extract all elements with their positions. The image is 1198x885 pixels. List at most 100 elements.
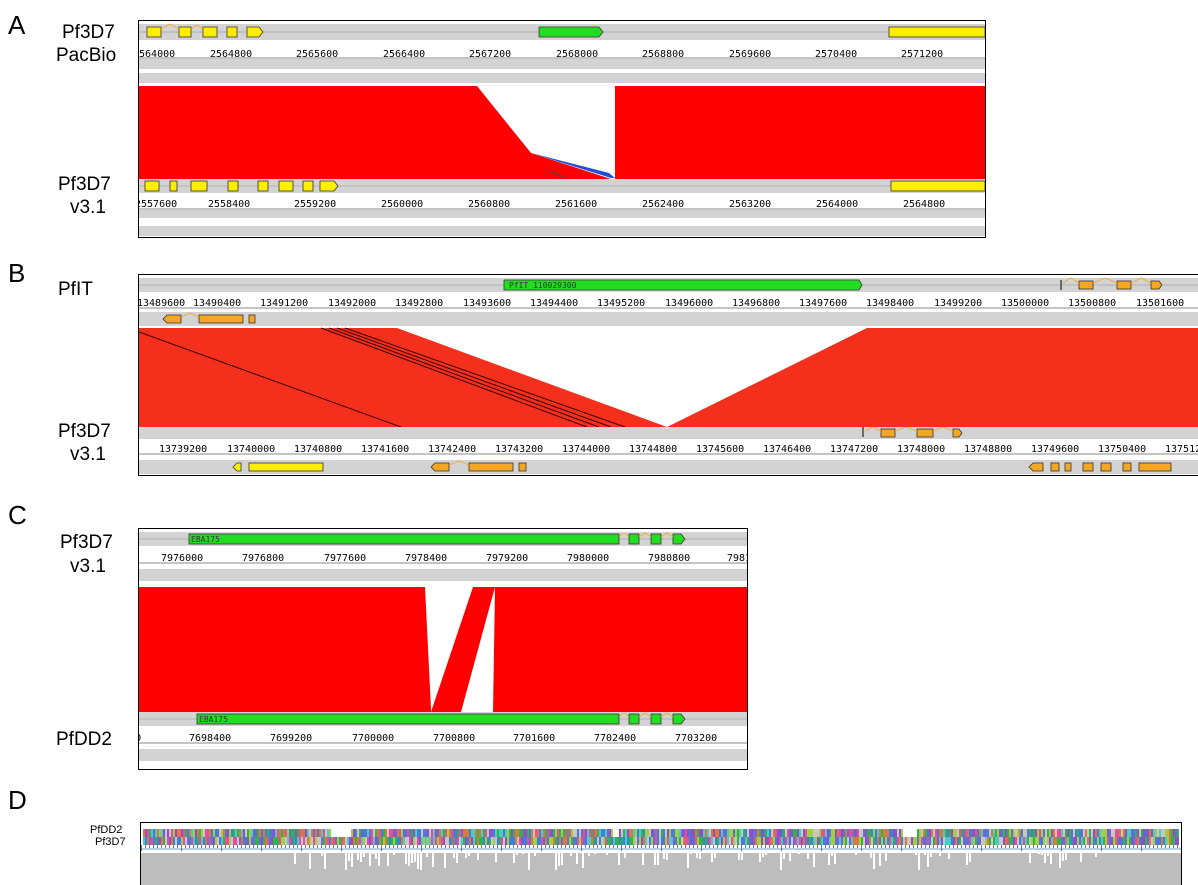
residue-cell <box>761 837 763 845</box>
residue-cell <box>545 837 547 845</box>
residue-cell <box>389 837 391 845</box>
residue-cell <box>921 829 923 837</box>
residue-cell <box>1161 837 1163 845</box>
residue-cell <box>401 837 403 845</box>
tick-label: 13501600 <box>1136 298 1184 309</box>
tick-label: 7980800 <box>648 553 690 564</box>
conservation-bar <box>369 853 371 866</box>
residue-cell <box>899 837 901 845</box>
residue-cell <box>489 837 491 845</box>
ruler-tick <box>405 845 406 848</box>
residue-cell <box>891 829 893 837</box>
residue-cell <box>235 829 237 837</box>
residue-cell <box>603 837 605 845</box>
tick-label: 13500800 <box>1068 298 1116 309</box>
residue-cell <box>1071 837 1073 845</box>
residue-cell <box>781 829 783 837</box>
residue-cell <box>561 837 563 845</box>
residue-cell <box>1119 829 1121 837</box>
ruler-tick <box>285 845 286 848</box>
residue-cell <box>207 837 209 845</box>
ruler-tick <box>721 845 722 848</box>
residue-cell <box>651 829 653 837</box>
residue-cell <box>637 829 639 837</box>
residue-cell <box>1033 837 1035 845</box>
ruler-tick <box>505 845 506 848</box>
tick-label: 7980000 <box>567 553 609 564</box>
track-band <box>139 73 985 83</box>
conservation-bar <box>534 853 536 856</box>
tick-label: 13739200 <box>159 444 207 455</box>
residue-cell <box>311 837 313 845</box>
residue-cell <box>1023 837 1025 845</box>
residue-cell <box>223 837 225 845</box>
residue-cell <box>687 837 689 845</box>
residue-cell <box>241 837 243 845</box>
ruler-tick <box>957 845 958 848</box>
residue-cell <box>305 837 307 845</box>
ruler-tick <box>181 845 182 851</box>
residue-cell <box>955 829 957 837</box>
residue-cell <box>469 837 471 845</box>
residue-cell <box>433 829 435 837</box>
residue-cell <box>951 829 953 837</box>
conservation-bar <box>939 853 941 856</box>
residue-cell <box>533 829 535 837</box>
tick-label: 13492800 <box>395 298 443 309</box>
ruler-tick <box>881 845 882 848</box>
residue-cell <box>189 837 191 845</box>
residue-cell <box>1057 837 1059 845</box>
residue-cell <box>775 837 777 845</box>
residue-cell <box>853 837 855 845</box>
tick-label: 13496000 <box>665 298 713 309</box>
residue-cell <box>815 837 817 845</box>
ruler-tick <box>929 845 930 848</box>
residue-cell <box>1015 829 1017 837</box>
residue-cell <box>803 837 805 845</box>
residue-cell <box>415 837 417 845</box>
residue-cell <box>421 829 423 837</box>
residue-cell <box>471 829 473 837</box>
residue-cell <box>1023 829 1025 837</box>
panel-b-bottom-label-1: Pf3D7 <box>58 421 111 442</box>
residue-cell <box>1123 829 1125 837</box>
residue-cell <box>701 837 703 845</box>
residue-cell <box>575 837 577 845</box>
residue-cell <box>1067 837 1069 845</box>
tick-label: 7700000 <box>352 733 394 744</box>
residue-cell <box>341 829 343 837</box>
residue-cell <box>1127 837 1129 845</box>
ruler-tick <box>865 845 866 848</box>
residue-cell <box>651 837 653 845</box>
residue-cell <box>789 829 791 837</box>
residue-cell <box>841 829 843 837</box>
residue-cell <box>865 837 867 845</box>
residue-cell <box>303 837 305 845</box>
residue-cell <box>331 829 333 837</box>
tick-label: 2559200 <box>294 199 336 210</box>
residue-cell <box>611 829 613 837</box>
residue-cell <box>199 829 201 837</box>
residue-cell <box>891 837 893 845</box>
ruler-tick <box>413 845 414 848</box>
ruler-tick <box>961 845 962 848</box>
synteny-block-red <box>139 328 1198 427</box>
residue-cell <box>339 837 341 845</box>
residue-cell <box>961 829 963 837</box>
ruler-tick <box>377 845 378 848</box>
residue-cell <box>907 829 909 837</box>
residue-cell <box>377 829 379 837</box>
residue-cell <box>567 829 569 837</box>
residue-cell <box>889 829 891 837</box>
residue-cell <box>513 829 515 837</box>
residue-cell <box>409 829 411 837</box>
residue-cell <box>945 837 947 845</box>
residue-cell <box>777 837 779 845</box>
residue-cell <box>949 829 951 837</box>
residue-cell <box>333 837 335 845</box>
panel-a-top-label-2: PacBio <box>56 45 117 66</box>
panel-a-comparison: 2564000 2564800 2565600 2566400 2567200 … <box>138 20 986 238</box>
ruler-tick <box>637 845 638 848</box>
ruler-tick <box>821 845 822 851</box>
residue-cell <box>403 829 405 837</box>
